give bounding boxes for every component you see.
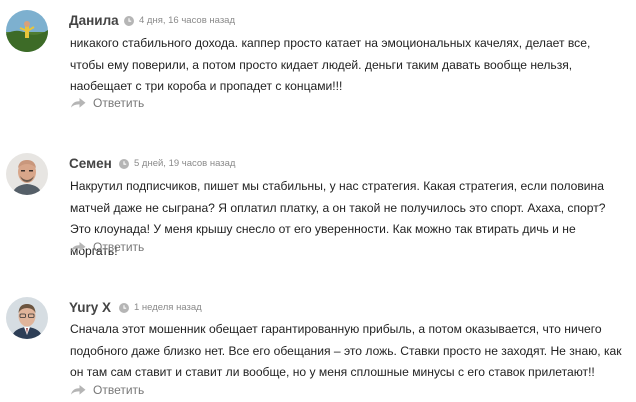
avatar-man-in-suit-icon (6, 297, 48, 339)
comment-time: 4 дня, 16 часов назад (139, 15, 236, 26)
reply-label: Ответить (93, 240, 145, 254)
reply-label: Ответить (93, 96, 145, 110)
clock-icon (119, 302, 129, 313)
reply-button[interactable]: Ответить (71, 95, 144, 111)
comment-time: 1 неделя назад (134, 302, 202, 313)
avatar[interactable] (6, 10, 48, 52)
comment-text: Сначала этот мошенник обещает гарантиров… (70, 322, 622, 379)
reply-arrow-icon (71, 97, 86, 109)
clock-icon (119, 158, 129, 169)
avatar-bald-man-icon (6, 153, 48, 195)
comment-time: 5 дней, 19 часов назад (134, 158, 236, 169)
clock-icon (124, 15, 134, 26)
reply-button[interactable]: Ответить (71, 239, 144, 255)
comment-timestamp: 5 дней, 19 часов назад (119, 158, 235, 169)
comment-text: Накрутил подписчиков, пишет мы стабильны… (70, 179, 606, 258)
reply-label: Ответить (93, 383, 145, 397)
avatar-landscape-icon (6, 10, 48, 52)
comment-timestamp: 1 неделя назад (119, 302, 202, 313)
avatar[interactable] (6, 297, 48, 339)
reply-button[interactable]: Ответить (71, 382, 144, 398)
reply-arrow-icon (71, 384, 86, 396)
comment-author[interactable]: Данила (69, 13, 119, 28)
comment-timestamp: 4 дня, 16 часов назад (124, 15, 235, 26)
avatar[interactable] (6, 153, 48, 195)
reply-arrow-icon (71, 241, 86, 253)
comment-text: никакого стабильного дохода. каппер прос… (70, 36, 591, 93)
comment-author[interactable]: Семен (69, 156, 112, 171)
comment-author[interactable]: Yury X (69, 300, 111, 315)
